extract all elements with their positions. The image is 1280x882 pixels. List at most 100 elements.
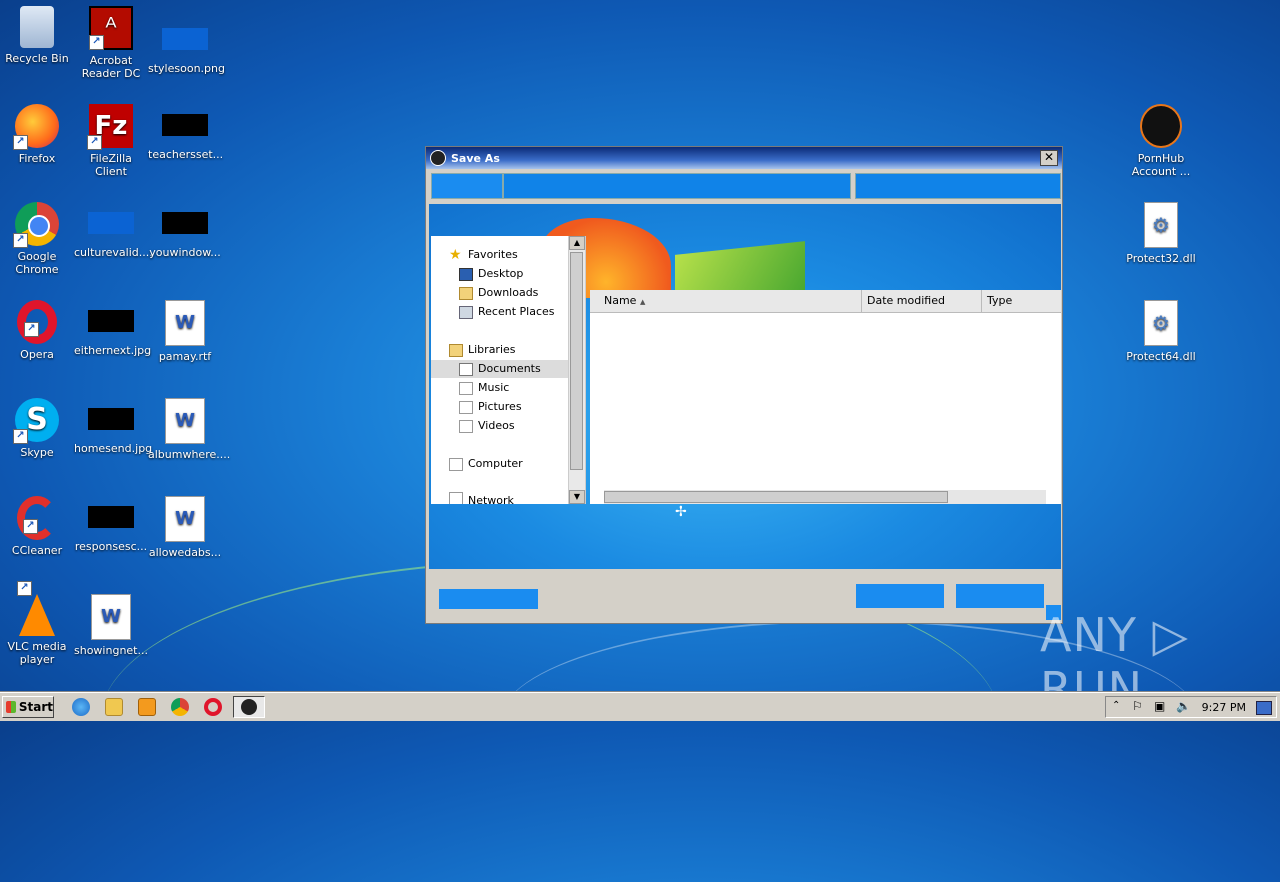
desktop-icon-acrobat[interactable]: ᴬ ↗ Acrobat Reader DC	[74, 6, 148, 80]
nav-music[interactable]: Music	[459, 379, 509, 397]
windows-flag-icon	[6, 701, 16, 713]
desktop-icon-showingnet[interactable]: W showingnet...	[74, 594, 148, 657]
desktop-icon-label: albumwhere....	[148, 448, 231, 461]
desktop-icon-culturevalid[interactable]: culturevalid....	[74, 202, 153, 259]
desktop-icon-responsesc[interactable]: responsesc...	[74, 496, 148, 553]
address-row	[430, 171, 1061, 201]
desktop-icon-homesend[interactable]: homesend.jpg	[74, 398, 152, 455]
hide-folders-button[interactable]	[439, 589, 538, 609]
dialog-title: Save As	[451, 151, 500, 165]
desktop-icon-eithernext[interactable]: eithernext.jpg	[74, 300, 151, 357]
clock[interactable]: 9:27 PM	[1202, 701, 1246, 714]
back-forward-buttons[interactable]	[431, 173, 503, 199]
hscroll-thumb[interactable]	[604, 491, 948, 503]
nav-documents[interactable]: Documents	[431, 360, 569, 378]
desktop-icon-label: Protect32.dll	[1126, 252, 1196, 265]
ccleaner-icon: ↗	[17, 496, 57, 540]
file-list-hscrollbar[interactable]	[604, 490, 1046, 504]
pictures-icon	[459, 400, 473, 414]
media-player-icon[interactable]	[138, 698, 156, 716]
scroll-down-icon[interactable]: ▼	[569, 490, 585, 504]
loading-cursor-icon: ✢	[675, 504, 687, 520]
dll-file-icon: ⚙	[1144, 202, 1178, 248]
network-icon	[449, 492, 463, 504]
scroll-up-icon[interactable]: ▲	[569, 236, 585, 250]
desktop-icon-recycle-bin[interactable]: Recycle Bin	[0, 6, 74, 65]
ie-icon[interactable]	[72, 698, 90, 716]
desktop-icon-firefox[interactable]: ↗ Firefox	[0, 104, 74, 165]
opera-taskbar-icon[interactable]	[204, 698, 222, 716]
nav-pictures[interactable]: Pictures	[459, 398, 522, 416]
nav-network[interactable]: Network	[449, 492, 514, 504]
nav-desktop[interactable]: Desktop	[459, 265, 523, 283]
skype-icon: S ↗	[13, 398, 59, 444]
action-center-flag-icon[interactable]: ⚐	[1132, 699, 1143, 713]
desktop-icon-youwindow[interactable]: youwindow...	[148, 202, 222, 259]
nav-scrollbar[interactable]: ▲ ▼	[568, 236, 585, 504]
desktop-icon-vlc[interactable]: ↗ VLC media player	[0, 581, 74, 666]
nav-libraries[interactable]: Libraries	[449, 341, 516, 359]
desktop-icon-label: Firefox	[18, 152, 56, 165]
scroll-thumb[interactable]	[570, 252, 583, 470]
column-date-modified[interactable]: Date modified	[862, 290, 982, 312]
desktop-icon-label: allowedabs...	[148, 546, 222, 559]
network-tray-icon[interactable]: ▣	[1154, 699, 1165, 713]
navigation-pane: ★ Favorites Desktop Downloads Recent Pla…	[431, 236, 586, 504]
desktop-icon-protect64[interactable]: ⚙ Protect64.dll	[1124, 300, 1198, 363]
desktop-icon-label: CCleaner	[11, 544, 63, 557]
nav-recent-places[interactable]: Recent Places	[459, 303, 555, 321]
show-desktop-icon[interactable]	[1256, 701, 1272, 715]
dialog-title-bar[interactable]: Save As ✕	[426, 147, 1062, 169]
dialog-body: ★ Favorites Desktop Downloads Recent Pla…	[429, 204, 1061, 569]
documents-icon	[459, 362, 473, 376]
desktop-icon-filezilla[interactable]: Fz ↗ FileZilla Client	[74, 104, 148, 178]
close-button[interactable]: ✕	[1040, 150, 1058, 166]
taskbar: Start ⌃ ⚐ ▣ 🔈 9:27 PM	[0, 692, 1280, 721]
search-box[interactable]	[855, 173, 1061, 199]
start-button[interactable]: Start	[2, 696, 54, 718]
desktop-icon-chrome[interactable]: ↗ Google Chrome	[0, 202, 74, 276]
chrome-taskbar-icon[interactable]	[171, 698, 189, 716]
show-hidden-icons-icon[interactable]: ⌃	[1112, 700, 1120, 711]
shortcut-arrow-icon: ↗	[17, 581, 32, 596]
computer-icon	[449, 457, 463, 471]
desktop-icon-label: Skype	[20, 446, 54, 459]
opera-icon: ↗	[17, 300, 57, 344]
address-bar[interactable]	[503, 173, 851, 199]
app-circle-icon	[1140, 104, 1182, 148]
desktop-icon-pornhub[interactable]: PornHub Account ...	[1124, 104, 1198, 178]
file-list[interactable]: Name ▲ Date modified Type	[590, 290, 1061, 504]
active-app-taskbar-button[interactable]	[233, 696, 265, 718]
volume-icon[interactable]: 🔈	[1176, 699, 1191, 713]
nav-computer[interactable]: Computer	[449, 455, 523, 473]
desktop-icon-protect32[interactable]: ⚙ Protect32.dll	[1124, 202, 1198, 265]
acrobat-icon: ᴬ ↗	[89, 6, 133, 50]
desktop-icon-label: teachersset...	[148, 148, 224, 161]
desktop-icon-skype[interactable]: S ↗ Skype	[0, 398, 74, 459]
nav-videos[interactable]: Videos	[459, 417, 515, 435]
word-document-icon: W	[165, 300, 205, 346]
column-name[interactable]: Name ▲	[590, 290, 862, 312]
nav-favorites[interactable]: ★ Favorites	[449, 246, 518, 264]
desktop-icon-label: Protect64.dll	[1126, 350, 1196, 363]
nav-downloads[interactable]: Downloads	[459, 284, 538, 302]
desktop-icon-ccleaner[interactable]: ↗ CCleaner	[0, 496, 74, 557]
shortcut-arrow-icon: ↗	[13, 233, 28, 248]
desktop-icon-albumwhere[interactable]: W albumwhere....	[148, 398, 230, 461]
file-thumbnail-icon	[162, 114, 208, 136]
recycle-bin-icon	[20, 6, 54, 48]
desktop-icon-opera[interactable]: ↗ Opera	[0, 300, 74, 361]
desktop-icon-allowedabs[interactable]: W allowedabs...	[148, 496, 222, 559]
desktop-icon-teachersset[interactable]: teachersset...	[148, 104, 224, 161]
libraries-folder-icon	[449, 343, 463, 357]
desktop-icon-pamay[interactable]: W pamay.rtf	[148, 300, 222, 363]
explorer-folder-icon[interactable]	[105, 698, 123, 716]
file-thumbnail-icon	[88, 408, 134, 430]
cancel-button[interactable]	[956, 584, 1044, 608]
word-document-icon: W	[91, 594, 131, 640]
column-type[interactable]: Type	[982, 290, 1061, 312]
save-button[interactable]	[856, 584, 944, 608]
music-icon	[459, 381, 473, 395]
desktop-icon-stylesoon[interactable]: stylesoon.png	[148, 6, 225, 75]
file-thumbnail-icon	[88, 310, 134, 332]
